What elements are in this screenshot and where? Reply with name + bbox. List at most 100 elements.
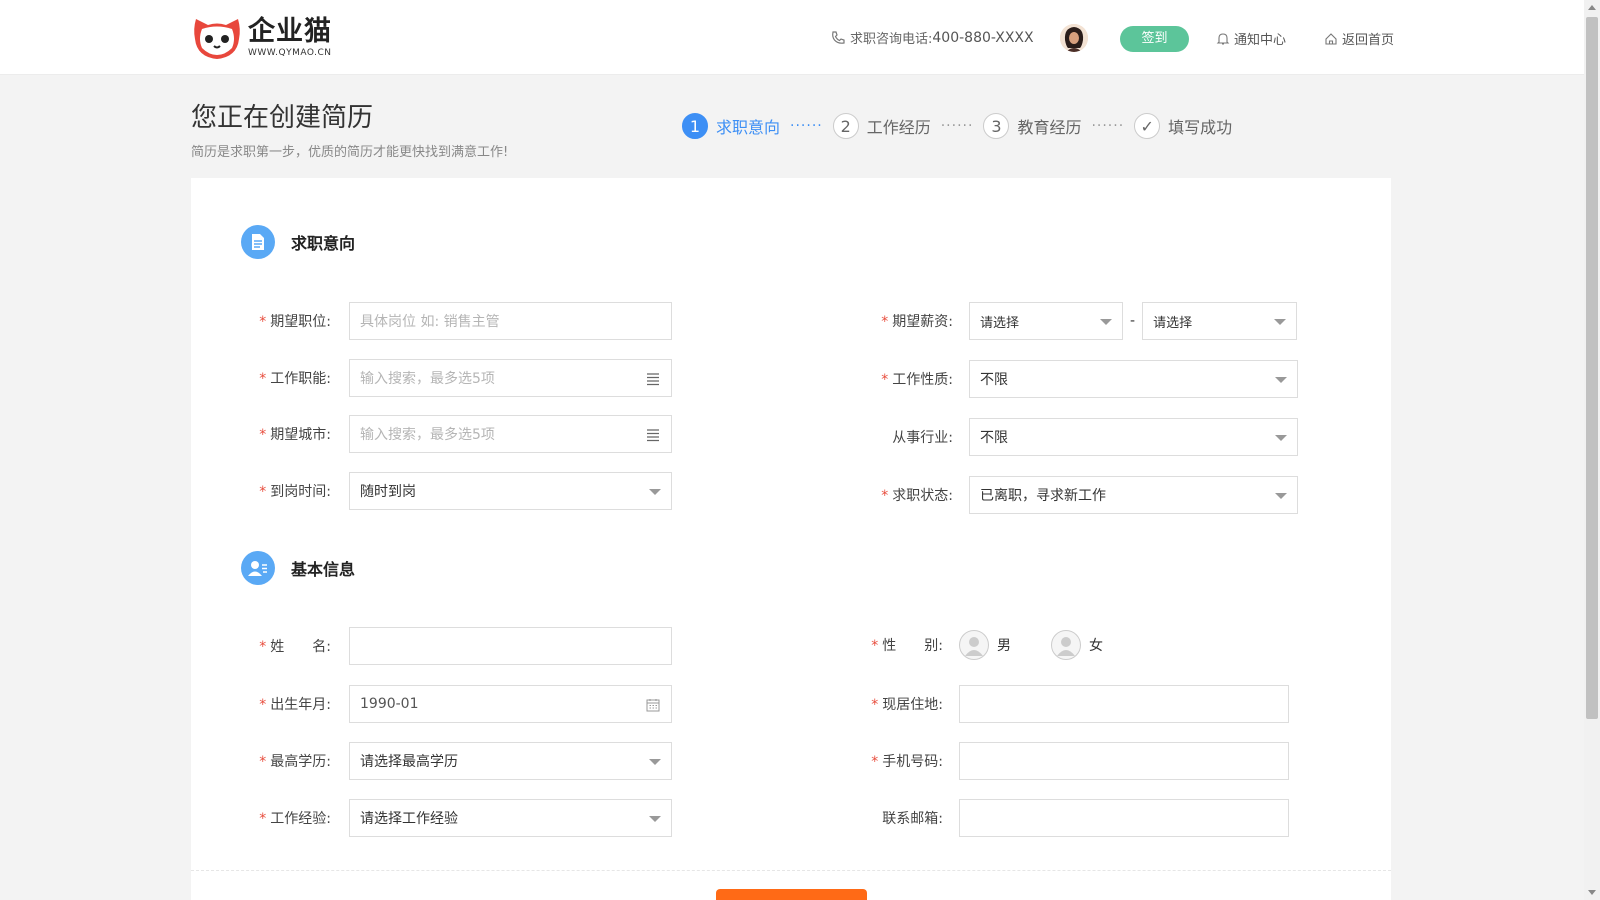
gender-option-female[interactable]: 女 (1051, 630, 1103, 660)
position-input[interactable]: 具体岗位 如: 销售主管 (349, 302, 672, 340)
salary-max-select[interactable]: 请选择 (1142, 302, 1298, 340)
status-label: 求职状态: (892, 488, 953, 504)
male-avatar-icon (959, 630, 989, 660)
gender-male-label: 男 (997, 638, 1011, 654)
required-mark: * (259, 754, 267, 770)
required-mark: * (881, 488, 889, 504)
education-select[interactable]: 请选择最高学历 (349, 742, 672, 780)
address-label: 现居住地: (882, 697, 943, 713)
chevron-down-icon (1274, 319, 1287, 325)
user-card-icon (241, 551, 275, 585)
step-number: 3 (983, 113, 1010, 139)
nature-value: 不限 (980, 372, 1008, 388)
required-mark: * (259, 697, 267, 713)
signin-button[interactable]: 签到 (1120, 26, 1189, 52)
scroll-down-arrow-icon[interactable] (1588, 890, 1596, 895)
nature-select[interactable]: 不限 (969, 360, 1298, 398)
experience-value: 请选择工作经验 (360, 811, 458, 827)
arrival-field: * 到岗时间: 随时到岗 (251, 472, 672, 510)
position-label: 期望职位: (270, 314, 331, 330)
required-mark: * (881, 314, 889, 330)
email-label: 联系邮箱: (882, 811, 943, 827)
name-input[interactable] (349, 627, 672, 665)
chevron-down-icon (649, 816, 661, 822)
notification-center-link[interactable]: 通知中心 (1216, 29, 1286, 48)
birth-value: 1990-01 (360, 696, 419, 712)
avatar[interactable] (1060, 24, 1088, 52)
hotline: 求职咨询电话: 400-880-XXXX (830, 28, 1034, 47)
city-input[interactable]: 输入搜索，最多选5项 (349, 415, 672, 453)
scroll-thumb[interactable] (1586, 17, 1598, 719)
phone-input[interactable] (959, 742, 1289, 780)
step-complete: ✓ 填写成功 (1134, 113, 1232, 139)
salary-min-select[interactable]: 请选择 (969, 302, 1123, 340)
basic-section-title: 基本信息 (291, 560, 356, 579)
document-icon (241, 225, 275, 259)
chevron-down-icon (1275, 435, 1287, 441)
gender-female-label: 女 (1089, 638, 1103, 654)
nature-label: 工作性质: (892, 372, 953, 388)
email-input[interactable] (959, 799, 1289, 837)
city-field: * 期望城市: 输入搜索，最多选5项 (251, 415, 672, 453)
chevron-down-icon (1275, 493, 1287, 499)
cat-logo-icon (194, 19, 240, 59)
list-icon[interactable] (645, 427, 661, 443)
user-avatar-icon (1060, 24, 1088, 52)
status-value: 已离职，寻求新工作 (980, 488, 1106, 504)
industry-select[interactable]: 不限 (969, 418, 1298, 456)
hotline-number: 400-880-XXXX (932, 29, 1034, 46)
experience-select[interactable]: 请选择工作经验 (349, 799, 672, 837)
next-step-button[interactable] (716, 889, 867, 900)
arrival-select[interactable]: 随时到岗 (349, 472, 672, 510)
step-separator: ······ (790, 118, 823, 134)
scroll-up-arrow-icon[interactable] (1588, 5, 1596, 10)
required-mark: * (871, 697, 879, 713)
step-label: 填写成功 (1168, 118, 1233, 137)
step-separator: ······ (1091, 118, 1125, 134)
required-mark: * (259, 314, 267, 330)
education-field: * 最高学历: 请选择最高学历 (251, 742, 672, 780)
step-number: 1 (682, 113, 708, 139)
address-field: * 现居住地: (863, 685, 1289, 723)
check-icon: ✓ (1134, 113, 1161, 139)
nature-field: * 工作性质: 不限 (873, 360, 1298, 398)
chevron-down-icon (1100, 319, 1112, 325)
intent-section-header: 求职意向 (241, 225, 355, 259)
top-bar: 企业猫 WWW.QYMAO.CN 求职咨询电话: 400-880-XXXX 签到… (0, 0, 1584, 75)
required-mark: * (259, 484, 267, 500)
gender-field: * 性 别: 男 女 (863, 630, 1143, 660)
birth-input[interactable]: 1990-01 (349, 685, 672, 723)
female-avatar-icon (1051, 630, 1081, 660)
education-label: 最高学历: (270, 754, 331, 770)
intent-section-title: 求职意向 (291, 234, 356, 253)
calendar-icon[interactable] (645, 697, 661, 713)
step-intent: 1 求职意向 (682, 113, 780, 139)
logo[interactable]: 企业猫 WWW.QYMAO.CN (192, 14, 332, 62)
vertical-scrollbar[interactable] (1584, 0, 1600, 900)
bell-icon (1216, 32, 1230, 45)
resume-form-card: 求职意向 * 期望职位: 具体岗位 如: 销售主管 * 工作职能: 输入搜索，最多选… (191, 178, 1391, 900)
step-work-experience: 2 工作经历 (832, 113, 931, 139)
phone-field: * 手机号码: (863, 742, 1289, 780)
city-label: 期望城市: (270, 427, 331, 443)
status-select[interactable]: 已离职，寻求新工作 (969, 476, 1298, 514)
list-icon[interactable] (645, 371, 661, 387)
page-subtitle: 简历是求职第一步，优质的简历才能更快找到满意工作! (191, 145, 509, 160)
function-field: * 工作职能: 输入搜索，最多选5项 (251, 359, 672, 397)
gender-option-male[interactable]: 男 (959, 630, 1011, 660)
arrival-label: 到岗时间: (270, 484, 331, 500)
phone-icon (832, 30, 845, 44)
home-link[interactable]: 返回首页 (1324, 29, 1394, 48)
required-mark: * (871, 638, 879, 654)
page-title: 您正在创建简历 (191, 103, 374, 133)
hotline-label: 求职咨询电话: (850, 32, 933, 47)
form-divider (191, 870, 1391, 871)
required-mark: * (259, 811, 267, 827)
function-input[interactable]: 输入搜索，最多选5项 (349, 359, 672, 397)
salary-field: * 期望薪资: 请选择 - 请选择 (873, 302, 1298, 340)
salary-max-value: 请选择 (1153, 315, 1193, 331)
logo-name: 企业猫 (248, 16, 332, 47)
address-input[interactable] (959, 685, 1289, 723)
email-field: 联系邮箱: (863, 799, 1289, 837)
industry-label: 从事行业: (892, 430, 953, 446)
